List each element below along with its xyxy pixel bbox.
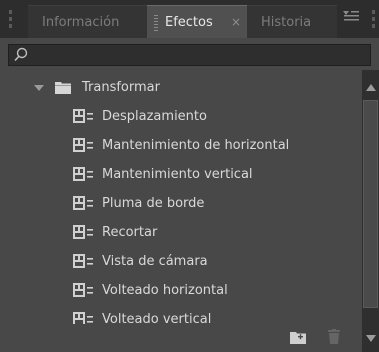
scroll-up-icon[interactable] [366, 84, 376, 91]
effect-item[interactable]: Recortar [0, 218, 362, 247]
panel-grip-right[interactable] [367, 0, 379, 38]
new-custom-bin-icon[interactable] [290, 330, 306, 344]
effect-label: Pluma de borde [102, 196, 205, 211]
effect-item[interactable]: Volteado horizontal [0, 276, 362, 305]
tab-informacion[interactable]: Información [28, 5, 148, 38]
tab-efectos[interactable]: Efectos × [147, 5, 247, 38]
disclosure-triangle-icon[interactable] [34, 85, 44, 91]
effect-label: Vista de cámara [102, 254, 208, 269]
folder-transformar[interactable]: Transformar [0, 73, 362, 102]
effects-panel: Información Efectos × Historia Transform… [0, 0, 379, 352]
vertical-scrollbar[interactable] [362, 70, 379, 352]
scroll-thumb[interactable] [363, 100, 378, 308]
effect-item[interactable]: Mantenimiento vertical [0, 160, 362, 189]
panel-grip-left[interactable] [0, 0, 21, 38]
tab-grip-icon[interactable] [154, 15, 158, 31]
close-icon[interactable]: × [231, 6, 241, 39]
folder-label: Transformar [82, 80, 160, 95]
search-icon [14, 47, 28, 62]
tab-label: Información [42, 15, 120, 30]
search-field[interactable] [8, 44, 371, 66]
tab-strip: Información Efectos × Historia [0, 0, 379, 38]
scroll-down-icon[interactable] [366, 335, 376, 342]
tab-historia[interactable]: Historia [247, 5, 337, 38]
panel-footer [0, 324, 362, 352]
effect-icon [73, 225, 93, 239]
effect-icon [73, 109, 93, 123]
tab-label: Historia [261, 15, 312, 30]
effect-icon [73, 167, 93, 181]
effect-label: Volteado horizontal [102, 283, 228, 298]
effect-label: Mantenimiento de horizontal [102, 138, 290, 153]
effect-icon [73, 138, 93, 152]
effect-item[interactable]: Pluma de borde [0, 189, 362, 218]
folder-icon [55, 82, 71, 94]
effect-item[interactable]: Mantenimiento de horizontal [0, 131, 362, 160]
search-input[interactable] [31, 45, 361, 65]
effect-item[interactable]: Vista de cámara [0, 247, 362, 276]
effect-label: Recortar [102, 225, 158, 240]
effect-icon [73, 254, 93, 268]
effect-icon [73, 283, 93, 297]
effect-label: Desplazamiento [102, 109, 207, 124]
effects-list: Transformar Desplazamiento Mantenimiento… [0, 70, 362, 352]
tab-label: Efectos [165, 15, 213, 30]
effect-icon [73, 196, 93, 210]
panel-menu-icon[interactable] [340, 9, 362, 31]
trash-icon[interactable] [328, 329, 340, 344]
effect-label: Mantenimiento vertical [102, 167, 253, 182]
effect-item[interactable]: Desplazamiento [0, 102, 362, 131]
